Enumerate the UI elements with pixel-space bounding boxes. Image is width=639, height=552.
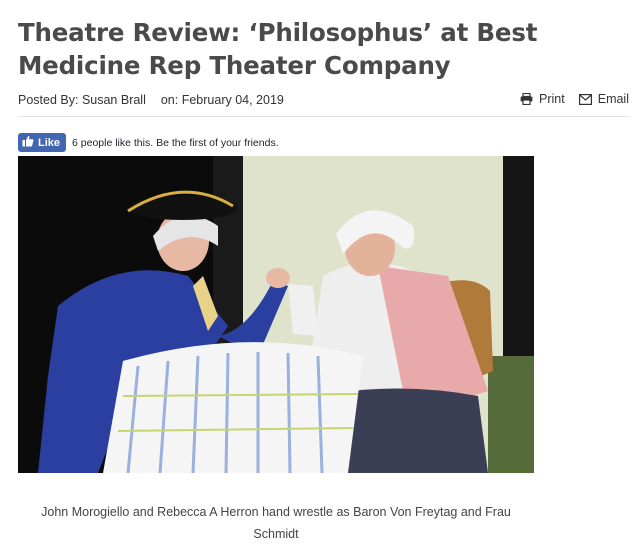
header-divider bbox=[18, 116, 630, 117]
printer-icon bbox=[520, 93, 533, 105]
facebook-like-widget: Like 6 people like this. Be the first of… bbox=[18, 133, 279, 152]
print-button[interactable]: Print bbox=[520, 92, 565, 106]
thumbs-up-icon bbox=[22, 135, 34, 150]
author-name[interactable]: Susan Brall bbox=[82, 93, 146, 107]
article-photo bbox=[18, 156, 534, 473]
envelope-icon bbox=[578, 93, 592, 105]
email-label: Email bbox=[597, 92, 629, 106]
print-label: Print bbox=[539, 92, 565, 106]
posted-by-label: Posted By: bbox=[18, 93, 79, 107]
email-button[interactable]: Email bbox=[578, 92, 629, 106]
photo-caption: John Morogiello and Rebecca A Herron han… bbox=[41, 505, 511, 541]
article-title: Theatre Review: ‘Philosophus’ at Best Me… bbox=[18, 18, 538, 80]
date-label: on: bbox=[160, 93, 179, 107]
like-count-text: 6 people like this. Be the first of your… bbox=[72, 136, 279, 149]
like-label: Like bbox=[38, 136, 61, 149]
publish-date: February 04, 2019 bbox=[181, 93, 284, 107]
article-actions: Print Email bbox=[520, 92, 629, 106]
like-button[interactable]: Like bbox=[18, 133, 67, 152]
